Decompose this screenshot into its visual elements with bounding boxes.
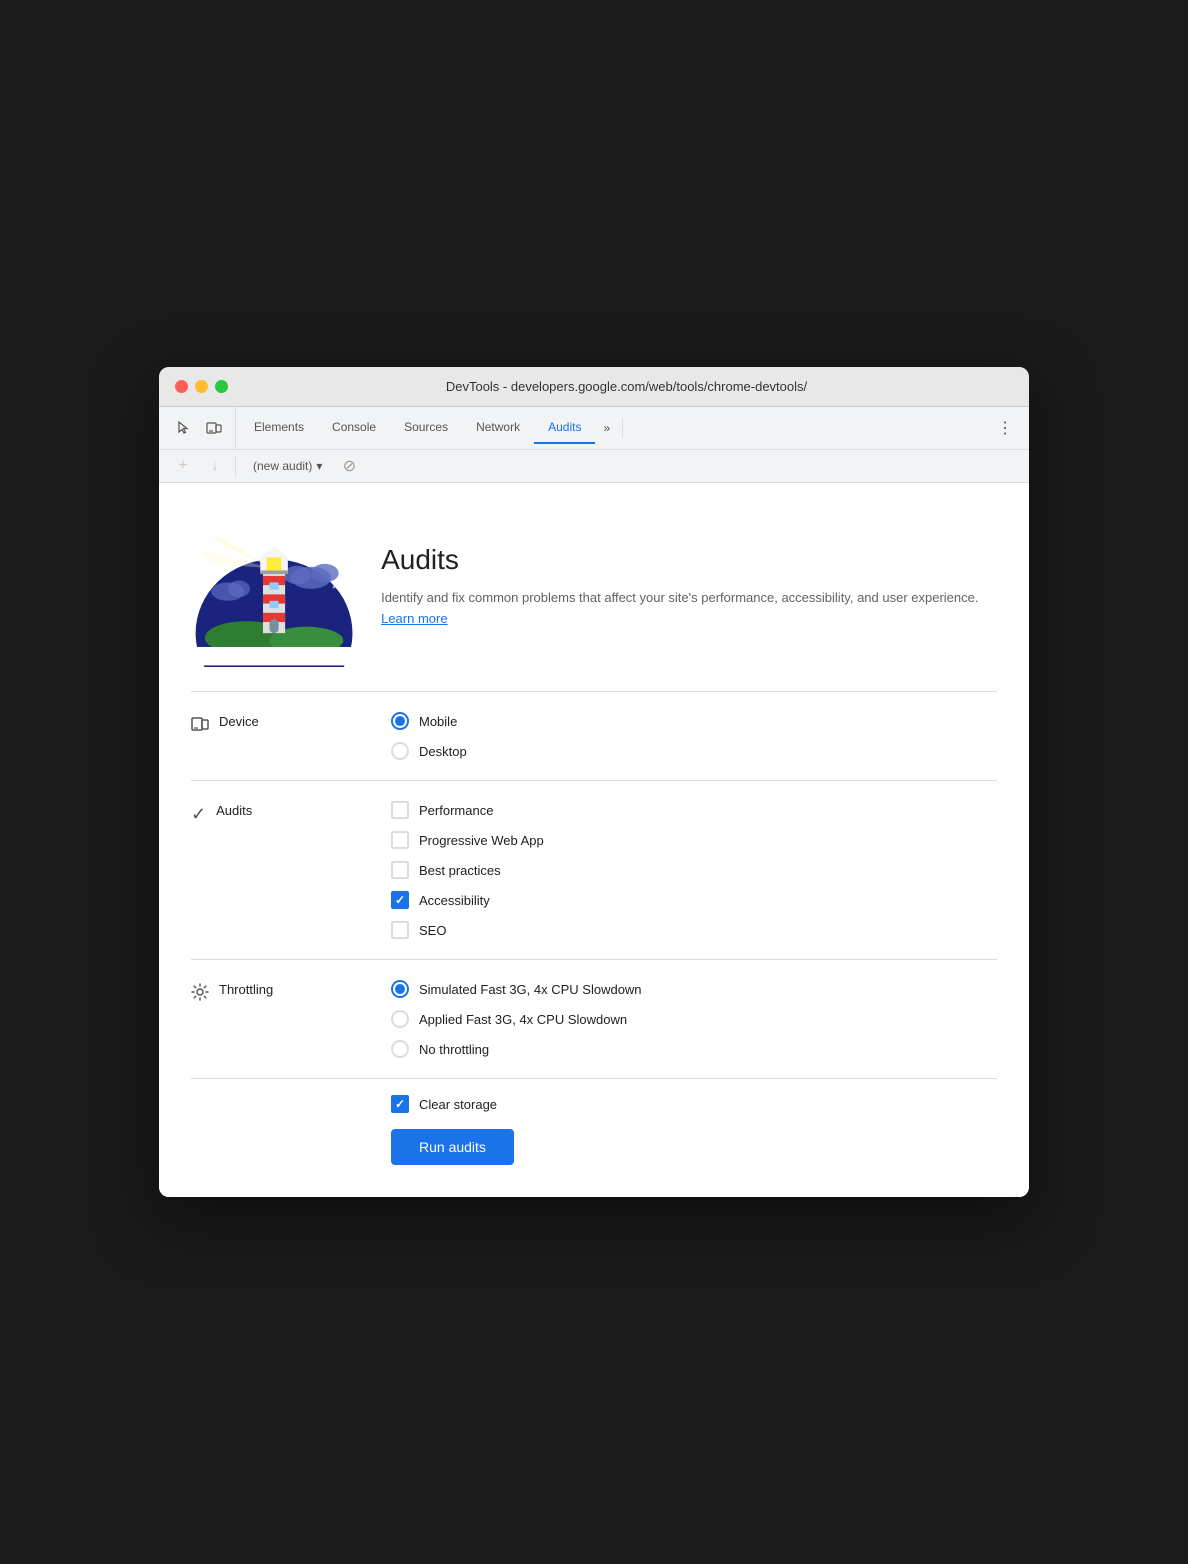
device-section: Device Mobile Desktop [159, 692, 1029, 780]
audit-best-practices-option[interactable]: Best practices [391, 861, 997, 879]
audit-performance-checkbox[interactable] [391, 801, 409, 819]
device-mobile-option[interactable]: Mobile [391, 712, 997, 730]
devtools-window: DevTools - developers.google.com/web/too… [159, 367, 1029, 1197]
audit-seo-option[interactable]: SEO [391, 921, 997, 939]
titlebar: DevTools - developers.google.com/web/too… [159, 367, 1029, 407]
devtools-menu-button[interactable]: ⋮ [989, 410, 1021, 446]
device-desktop-label: Desktop [419, 744, 467, 759]
throttling-simulated-option[interactable]: Simulated Fast 3G, 4x CPU Slowdown [391, 980, 997, 998]
throttling-simulated-label: Simulated Fast 3G, 4x CPU Slowdown [419, 982, 642, 997]
audit-performance-label: Performance [419, 803, 493, 818]
window-title: DevTools - developers.google.com/web/too… [240, 379, 1013, 394]
throttling-applied-option[interactable]: Applied Fast 3G, 4x CPU Slowdown [391, 1010, 997, 1028]
throttling-simulated-radio[interactable] [391, 980, 409, 998]
run-audits-button[interactable]: Run audits [391, 1129, 514, 1165]
clear-storage-label: Clear storage [419, 1097, 497, 1112]
audit-selector-label: (new audit) [253, 459, 312, 473]
audit-selector[interactable]: (new audit) ▾ [244, 456, 331, 476]
audit-best-practices-checkbox[interactable] [391, 861, 409, 879]
tab-elements[interactable]: Elements [240, 412, 318, 444]
checkbox-check-icon: ✓ [395, 894, 405, 906]
tab-console[interactable]: Console [318, 412, 390, 444]
throttling-none-option[interactable]: No throttling [391, 1040, 997, 1058]
download-button[interactable]: ↓ [203, 454, 227, 478]
audits-label: ✓ Audits [191, 801, 391, 939]
audits-options: Performance Progressive Web App Best pra… [391, 801, 997, 939]
tabs-container: Elements Console Sources Network Audits … [240, 412, 618, 444]
audit-accessibility-checkbox[interactable]: ✓ [391, 891, 409, 909]
throttling-options: Simulated Fast 3G, 4x CPU Slowdown Appli… [391, 980, 997, 1058]
device-desktop-option[interactable]: Desktop [391, 742, 997, 760]
run-section: ✓ Clear storage Run audits [159, 1079, 1029, 1197]
throttling-none-radio[interactable] [391, 1040, 409, 1058]
chevron-down-icon: ▾ [316, 459, 322, 473]
audits-section: ✓ Audits Performance Progressive Web App… [159, 781, 1029, 959]
page-title: Audits [381, 544, 997, 576]
more-tabs-button[interactable]: » [595, 413, 618, 443]
tab-network[interactable]: Network [462, 412, 534, 444]
tabbar: Elements Console Sources Network Audits … [159, 407, 1029, 450]
clear-storage-option[interactable]: ✓ Clear storage [391, 1095, 997, 1113]
audit-accessibility-option[interactable]: ✓ Accessibility [391, 891, 997, 909]
minimize-button[interactable] [195, 380, 208, 393]
audit-performance-option[interactable]: Performance [391, 801, 997, 819]
learn-more-link[interactable]: Learn more [381, 611, 447, 626]
cursor-icon[interactable] [171, 415, 197, 441]
maximize-button[interactable] [215, 380, 228, 393]
throttling-applied-radio[interactable] [391, 1010, 409, 1028]
toolbar-divider [235, 456, 236, 476]
device-mobile-label: Mobile [419, 714, 457, 729]
devtools-icons [167, 407, 236, 449]
header-section: Audits Identify and fix common problems … [159, 483, 1029, 691]
audit-pwa-option[interactable]: Progressive Web App [391, 831, 997, 849]
audit-pwa-label: Progressive Web App [419, 833, 544, 848]
radio-selected-indicator-2 [395, 984, 405, 994]
audit-seo-checkbox[interactable] [391, 921, 409, 939]
throttling-none-label: No throttling [419, 1042, 489, 1057]
tab-separator [622, 418, 623, 438]
device-label-text: Device [219, 714, 259, 729]
throttling-section: Throttling Simulated Fast 3G, 4x CPU Slo… [159, 960, 1029, 1078]
throttling-label-text: Throttling [219, 982, 273, 997]
audit-best-practices-label: Best practices [419, 863, 501, 878]
header-text-container: Audits Identify and fix common problems … [381, 544, 997, 630]
device-icon [191, 715, 209, 738]
traffic-lights [175, 380, 228, 393]
checkmark-icon: ✓ [191, 804, 206, 825]
device-icon[interactable] [201, 415, 227, 441]
main-content: Audits Identify and fix common problems … [159, 483, 1029, 1197]
radio-selected-indicator [395, 716, 405, 726]
audit-pwa-checkbox[interactable] [391, 831, 409, 849]
audits-toolbar: + ↓ (new audit) ▾ ⊘ [159, 450, 1029, 483]
audits-label-text: Audits [216, 803, 252, 818]
close-button[interactable] [175, 380, 188, 393]
device-desktop-radio[interactable] [391, 742, 409, 760]
block-icon[interactable]: ⊘ [339, 456, 359, 476]
audit-accessibility-label: Accessibility [419, 893, 490, 908]
device-mobile-radio[interactable] [391, 712, 409, 730]
throttling-label: Throttling [191, 980, 391, 1058]
audit-seo-label: SEO [419, 923, 446, 938]
add-audit-button[interactable]: + [171, 454, 195, 478]
tab-sources[interactable]: Sources [390, 412, 462, 444]
clear-storage-check-icon: ✓ [395, 1098, 405, 1110]
device-label: Device [191, 712, 391, 760]
tab-audits[interactable]: Audits [534, 412, 595, 444]
device-options: Mobile Desktop [391, 712, 997, 760]
gear-icon [191, 983, 209, 1006]
lighthouse-illustration [191, 507, 357, 667]
throttling-applied-label: Applied Fast 3G, 4x CPU Slowdown [419, 1012, 627, 1027]
clear-storage-checkbox[interactable]: ✓ [391, 1095, 409, 1113]
header-description: Identify and fix common problems that af… [381, 588, 997, 630]
